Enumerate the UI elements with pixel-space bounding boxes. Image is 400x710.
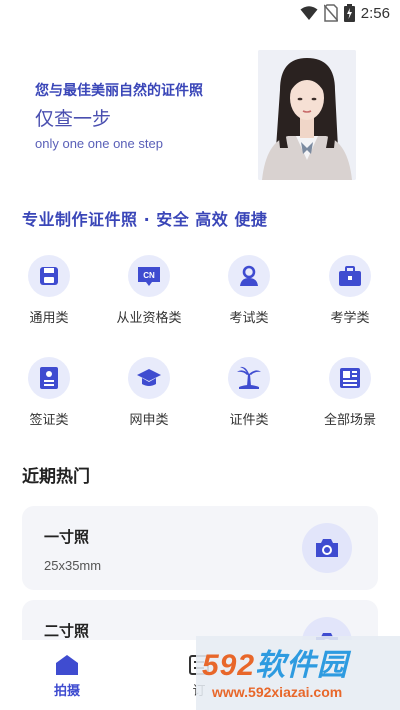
watermark-overlay: 592软件园 www.592xiazai.com xyxy=(196,636,400,710)
status-time: 2:56 xyxy=(360,4,390,22)
card-title: 二寸照 xyxy=(44,622,90,640)
category-visa[interactable]: 签证类 xyxy=(4,357,94,428)
category-label: 全部场景 xyxy=(323,413,376,428)
category-qualification[interactable]: CN 从业资格类 xyxy=(104,255,194,326)
home-icon xyxy=(56,655,78,675)
card-title: 一寸照 xyxy=(44,528,90,546)
section-heading: 专业制作证件照 · 安全 高效 便捷 xyxy=(22,210,268,229)
category-all-scenes[interactable]: 全部场景 xyxy=(305,357,395,428)
camera-icon[interactable] xyxy=(302,523,352,573)
category-general[interactable]: 通用类 xyxy=(4,255,94,326)
newspaper-icon xyxy=(329,357,371,399)
recent-heading: 近期热门 xyxy=(22,467,90,487)
category-certificate[interactable]: 证件类 xyxy=(204,357,294,428)
palm-tree-icon xyxy=(228,357,270,399)
nav-item-shoot[interactable]: 拍摄 xyxy=(32,654,102,699)
category-label: 网申类 xyxy=(129,413,169,428)
status-bar: 2:56 xyxy=(0,0,400,30)
watermark-logo: 592软件园 xyxy=(202,640,348,684)
watermark-url: www.592xiazai.com xyxy=(212,684,343,700)
category-exam[interactable]: 考试类 xyxy=(204,255,294,326)
category-study[interactable]: 考学类 xyxy=(305,255,395,326)
briefcase-icon xyxy=(329,255,371,297)
category-label: 签证类 xyxy=(29,413,69,428)
banner-title: 您与最佳美丽自然的证件照 xyxy=(35,83,203,99)
banner-english: only one one one step xyxy=(35,136,163,151)
watermark-logo-number: 592 xyxy=(202,649,256,682)
wifi-icon xyxy=(300,6,318,20)
recent-card-one-inch[interactable]: 一寸照 25x35mm xyxy=(22,506,378,590)
nav-label: 拍摄 xyxy=(53,684,80,699)
person-icon xyxy=(228,255,270,297)
category-label: 通用类 xyxy=(29,311,69,326)
no-sim-icon xyxy=(323,4,338,22)
category-online-apply[interactable]: 网申类 xyxy=(104,357,194,428)
banner-portrait-photo xyxy=(258,50,356,180)
battery-charging-icon xyxy=(343,4,355,22)
category-label: 考学类 xyxy=(330,311,370,326)
document-icon xyxy=(28,357,70,399)
cn-badge-icon: CN xyxy=(128,255,170,297)
watermark-logo-text: 软件园 xyxy=(255,649,349,682)
category-label: 证件类 xyxy=(229,413,269,428)
svg-text:CN: CN xyxy=(143,271,155,280)
category-label: 考试类 xyxy=(229,311,269,326)
graduation-cap-icon xyxy=(128,357,170,399)
card-size: 25x35mm xyxy=(44,558,102,573)
save-icon xyxy=(28,255,70,297)
banner-subtitle: 仅查一步 xyxy=(35,108,112,130)
status-icons: 2:56 xyxy=(300,4,390,22)
category-label: 从业资格类 xyxy=(116,311,182,326)
